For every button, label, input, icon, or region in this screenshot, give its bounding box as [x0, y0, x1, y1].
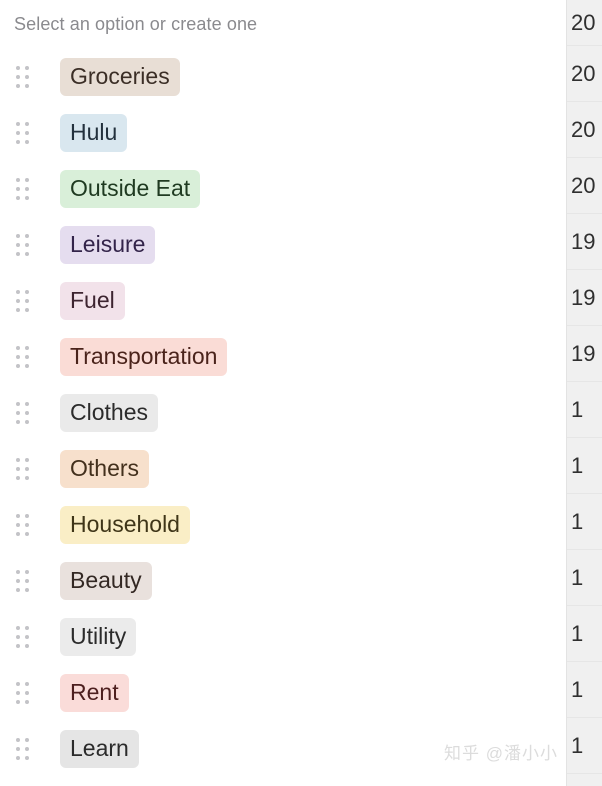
option-row[interactable]: Clothes — [0, 385, 566, 441]
option-tag[interactable]: Rent — [60, 673, 129, 713]
option-row[interactable]: Groceries — [0, 49, 566, 105]
table-cell: 20 — [567, 102, 602, 158]
table-cell: 1 — [567, 438, 602, 494]
table-cell: 19 — [567, 214, 602, 270]
table-cell: 1 — [567, 606, 602, 662]
option-tag[interactable]: Learn — [60, 729, 139, 769]
drag-handle-dots-icon[interactable] — [14, 122, 30, 144]
table-cell: 20 — [567, 158, 602, 214]
option-row[interactable]: Leisure — [0, 217, 566, 273]
table-cell: 1 — [567, 494, 602, 550]
picker-header-label: Select an option or create one — [14, 14, 258, 34]
drag-handle-dots-icon[interactable] — [14, 514, 30, 536]
table-cell: 1 — [567, 662, 602, 718]
option-row[interactable]: Others — [0, 441, 566, 497]
option-tag[interactable]: Household — [60, 505, 190, 545]
option-row[interactable]: Rent — [0, 665, 566, 721]
option-row[interactable]: Outside Eat — [0, 161, 566, 217]
option-tag[interactable]: Utility — [60, 617, 137, 657]
table-cell: 1 — [567, 550, 602, 606]
option-tag[interactable]: Hulu — [60, 113, 128, 153]
table-cell: 19 — [567, 326, 602, 382]
option-tag[interactable]: Fuel — [60, 281, 125, 321]
drag-handle-dots-icon[interactable] — [14, 234, 30, 256]
background-table-column: 20 20 20 20 19 19 19 1 1 1 1 1 1 1 — [566, 0, 602, 786]
drag-handle-dots-icon[interactable] — [14, 682, 30, 704]
drag-handle-dots-icon[interactable] — [14, 66, 30, 88]
option-tag[interactable]: Clothes — [60, 393, 158, 433]
option-tag[interactable]: Groceries — [60, 57, 180, 97]
drag-handle-dots-icon[interactable] — [14, 458, 30, 480]
option-row[interactable]: Hulu — [0, 105, 566, 161]
drag-handle-dots-icon[interactable] — [14, 738, 30, 760]
drag-handle-dots-icon[interactable] — [14, 178, 30, 200]
drag-handle-dots-icon[interactable] — [14, 346, 30, 368]
option-picker-panel: Select an option or create one Groceries… — [0, 0, 566, 786]
table-cell: 1 — [567, 718, 602, 774]
option-tag[interactable]: Others — [60, 449, 150, 489]
option-tag[interactable]: Beauty — [60, 561, 152, 601]
drag-handle-dots-icon[interactable] — [14, 626, 30, 648]
option-tag[interactable]: Outside Eat — [60, 169, 201, 209]
option-tag[interactable]: Transportation — [60, 337, 228, 377]
option-row[interactable]: Fuel — [0, 273, 566, 329]
option-list: Groceries Hulu Outside Eat Leisure Fuel Trans… — [0, 49, 566, 777]
table-cell: 1 — [567, 382, 602, 438]
option-row[interactable]: Transportation — [0, 329, 566, 385]
table-cell: 20 — [567, 0, 602, 46]
option-row[interactable]: Household — [0, 497, 566, 553]
table-cell: 20 — [567, 46, 602, 102]
drag-handle-dots-icon[interactable] — [14, 402, 30, 424]
option-row[interactable]: Learn — [0, 721, 566, 777]
drag-handle-dots-icon[interactable] — [14, 570, 30, 592]
option-row[interactable]: Beauty — [0, 553, 566, 609]
table-cell: 19 — [567, 270, 602, 326]
option-tag[interactable]: Leisure — [60, 225, 156, 265]
drag-handle-dots-icon[interactable] — [14, 290, 30, 312]
option-row[interactable]: Utility — [0, 609, 566, 665]
